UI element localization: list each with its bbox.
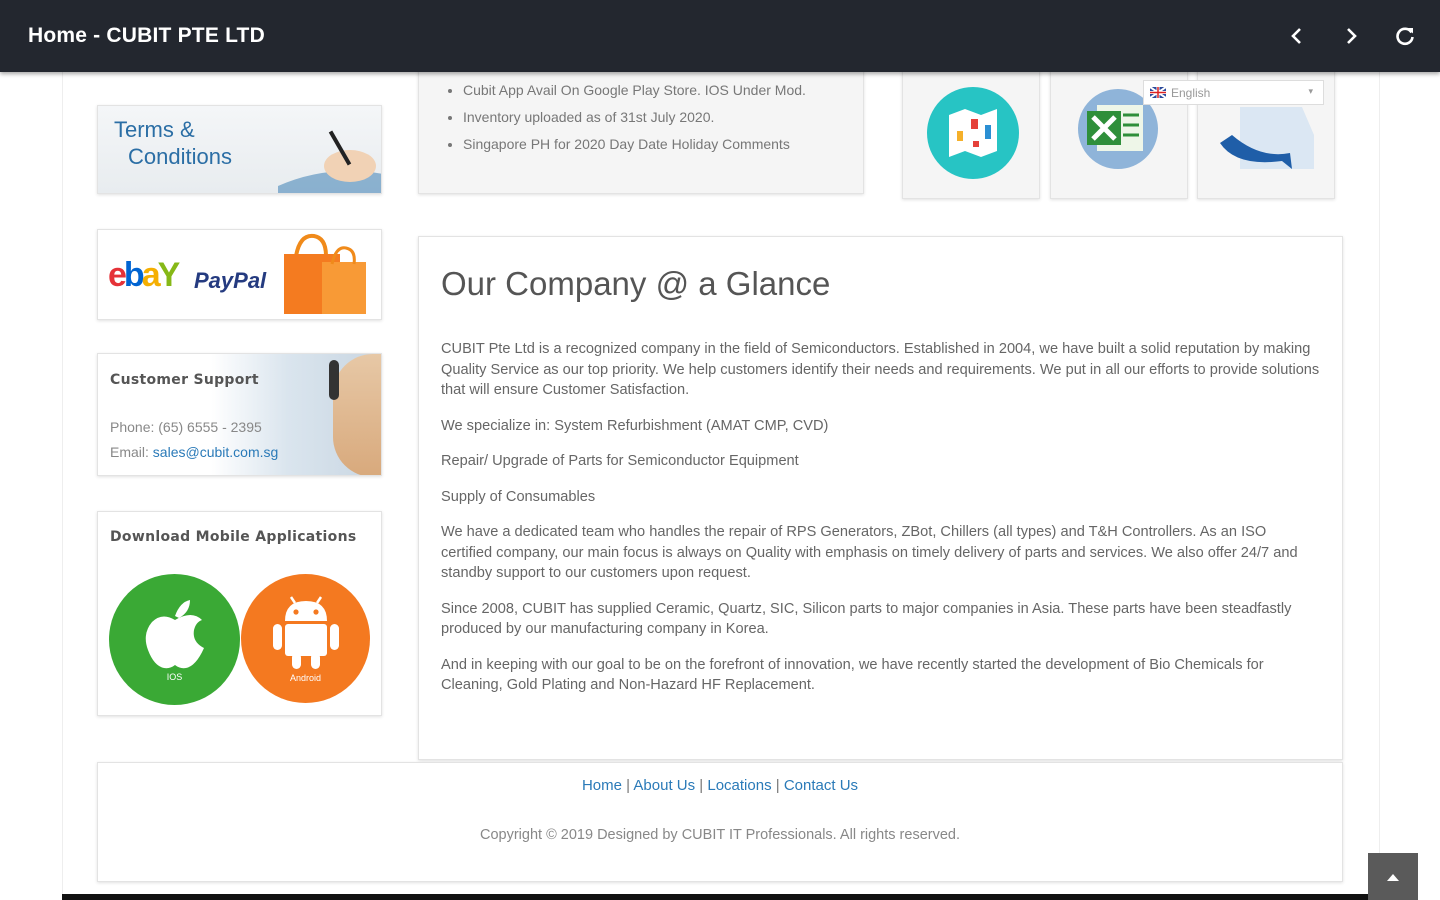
language-select[interactable]: English ▾ xyxy=(1143,80,1324,105)
copyright-text: Copyright © 2019 Designed by CUBIT IT Pr… xyxy=(479,827,960,843)
description-paragraph: Since 2008, CUBIT has supplied Ceramic, … xyxy=(441,600,1292,638)
ebay-paypal-banner[interactable]: ebaY PayPal xyxy=(97,229,382,320)
scroll-to-top-button[interactable] xyxy=(1368,853,1418,900)
support-email-link[interactable]: sales@cubit.com.sg xyxy=(153,444,278,460)
footer-link-home[interactable]: Home xyxy=(582,777,622,794)
apple-icon xyxy=(145,599,204,668)
signing-hand-icon xyxy=(278,130,381,193)
footer-separator: | xyxy=(699,777,704,794)
terms-label: Terms & xyxy=(114,117,195,142)
ebay-logo: ebaY xyxy=(108,256,180,294)
footer-separator: | xyxy=(626,777,631,794)
footer-links: Home | About Us | Locations | Contact Us xyxy=(98,777,1342,794)
news-box: Cubit App Avail On Google Play Store. IO… xyxy=(418,64,864,194)
footer-link-locations[interactable]: Locations xyxy=(707,777,771,794)
chevron-right-icon xyxy=(1347,28,1357,44)
section-title: Our Company @ a Glance xyxy=(441,265,831,302)
app-bar: Home - CUBIT PTE LTD xyxy=(0,0,1440,72)
back-button[interactable] xyxy=(1283,22,1311,50)
ios-app-button[interactable]: IOS xyxy=(109,574,240,705)
chevron-left-icon xyxy=(1291,28,1301,44)
description-paragraph: We have a dedicated team who handles the… xyxy=(441,524,1298,581)
android-icon xyxy=(272,595,339,669)
news-list: Cubit App Avail On Google Play Store. IO… xyxy=(419,81,806,162)
download-heading: Download Mobile Applications xyxy=(110,529,357,545)
uk-flag-icon xyxy=(1150,87,1166,98)
email-list-icon xyxy=(1220,107,1314,169)
download-apps-card: Download Mobile Applications IOS Android xyxy=(97,511,382,716)
customer-support-card: Customer Support Phone: (65) 6555 - 2395… xyxy=(97,353,382,476)
headset-icon xyxy=(329,360,339,400)
support-heading: Customer Support xyxy=(110,372,259,388)
support-email-line: Email: sales@cubit.com.sg xyxy=(110,444,279,460)
android-label: Android xyxy=(289,672,322,683)
description-paragraph: Repair/ Upgrade of Parts for Semiconduct… xyxy=(441,453,799,469)
news-item[interactable]: Cubit App Avail On Google Play Store. IO… xyxy=(463,81,806,99)
support-agent-face xyxy=(333,354,381,475)
footer-separator: | xyxy=(775,777,780,794)
ios-label: IOS xyxy=(166,671,183,682)
company-overview-card: Our Company @ a Glance CUBIT Pte Ltd is … xyxy=(418,236,1343,760)
chevron-down-icon: ▾ xyxy=(1308,86,1313,96)
terms-conditions-banner[interactable]: Terms & Conditions xyxy=(97,105,382,194)
chevron-up-icon xyxy=(1387,873,1399,881)
support-phone: Phone: (65) 6555 - 2395 xyxy=(110,419,262,435)
footer-link-contact[interactable]: Contact Us xyxy=(784,777,858,794)
catalog-tile[interactable] xyxy=(902,64,1040,199)
page-title: Home - CUBIT PTE LTD xyxy=(28,24,265,47)
refresh-button[interactable] xyxy=(1391,22,1419,50)
news-item[interactable]: Singapore PH for 2020 Day Date Holiday C… xyxy=(463,135,806,153)
description-paragraph: We specialize in: System Refurbishment (… xyxy=(441,417,829,434)
paypal-logo: PayPal xyxy=(194,268,267,293)
refresh-icon xyxy=(1396,27,1414,46)
description-paragraph: And in keeping with our goal to be on th… xyxy=(441,656,1264,694)
android-app-button[interactable]: Android xyxy=(241,574,370,703)
footer-link-about[interactable]: About Us xyxy=(633,777,695,794)
news-item[interactable]: Inventory uploaded as of 31st July 2020. xyxy=(463,108,806,126)
conditions-label: Conditions xyxy=(128,144,232,169)
shopping-bag-icon xyxy=(284,233,366,314)
company-description: CUBIT Pte Ltd is a recognized company in… xyxy=(441,339,1321,711)
language-selected: English xyxy=(1171,85,1211,100)
bottom-bar xyxy=(62,894,1380,900)
forward-button[interactable] xyxy=(1337,22,1365,50)
footer: Home | About Us | Locations | Contact Us… xyxy=(97,762,1343,882)
description-paragraph: Supply of Consumables xyxy=(441,488,596,505)
catalog-map-icon xyxy=(927,87,1019,179)
description-paragraph: CUBIT Pte Ltd is a recognized company in… xyxy=(441,341,1320,398)
